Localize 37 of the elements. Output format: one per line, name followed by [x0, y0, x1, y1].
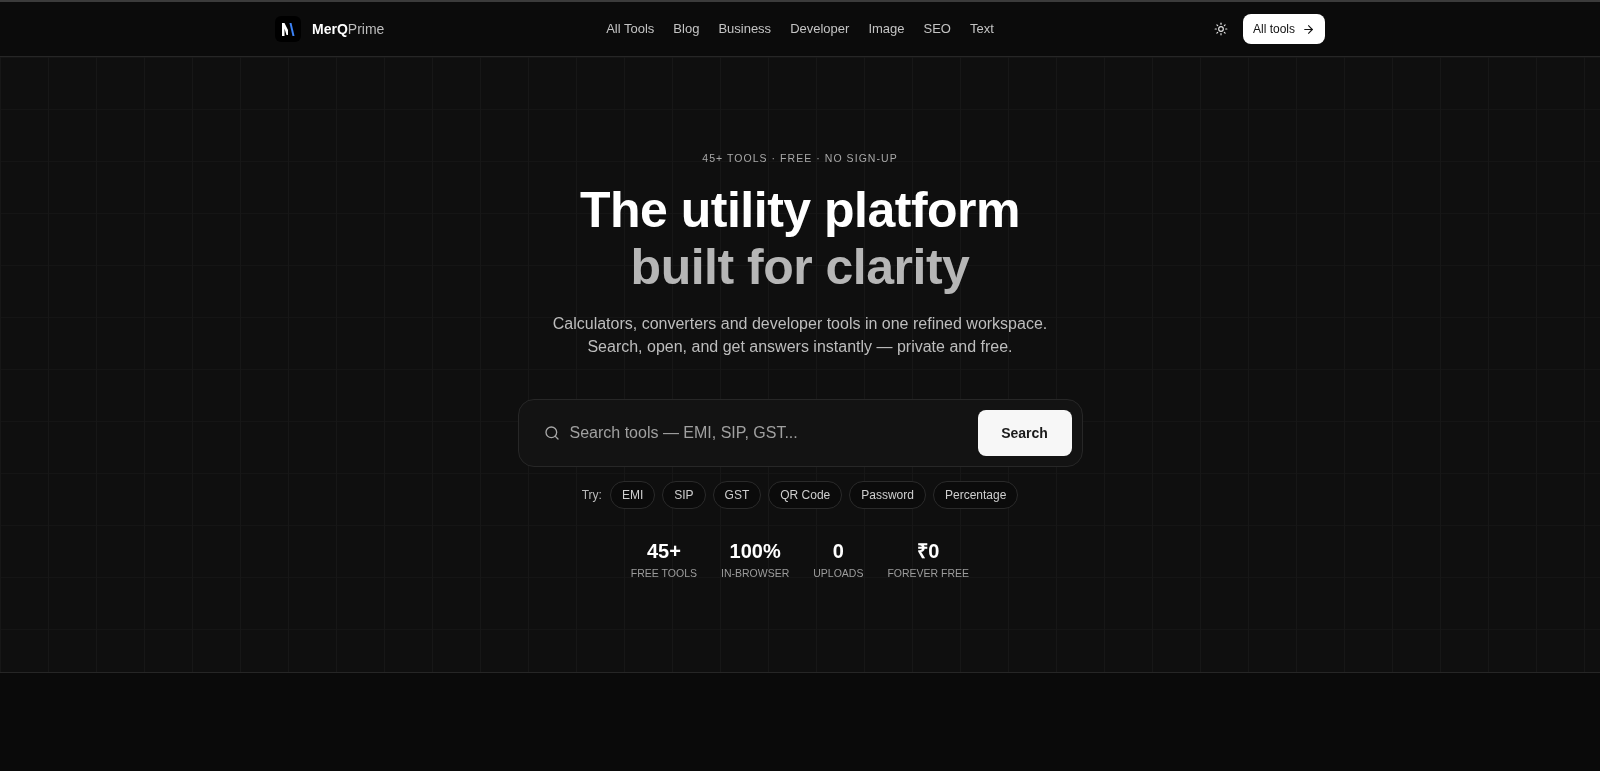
stat-label: UPLOADS [813, 566, 864, 580]
suggestion-chip[interactable]: Percentage [932, 481, 1019, 509]
suggestion-chip[interactable]: GST [712, 481, 762, 509]
subtitle-line: Search, open, and get answers instantly — private and free. [587, 337, 1013, 357]
headline-line: The utility platform [580, 182, 1020, 239]
nav-link[interactable]: Image [868, 19, 905, 39]
all-tools-button[interactable]: All tools [1242, 14, 1325, 44]
nav-link[interactable]: Blog [673, 19, 700, 39]
nav-link[interactable]: Developer [790, 19, 850, 39]
search-button[interactable]: Search [977, 410, 1072, 456]
try-label: Try: [581, 487, 602, 504]
headline-line: built for clarity [630, 239, 970, 296]
arrow-right-icon [1302, 22, 1315, 36]
suggestion-chip[interactable]: QR Code [768, 481, 843, 509]
stat-label: FOREVER FREE [887, 566, 970, 580]
stat-value: ₹0 [917, 539, 940, 563]
theme-toggle-button[interactable] [1212, 21, 1229, 37]
logo-icon [275, 16, 301, 42]
stat-value: 45+ [646, 539, 681, 563]
stat-label: IN-BROWSER [721, 566, 790, 580]
brand-name[interactable]: MerQPrime [312, 18, 385, 40]
search-bar[interactable]: Search tools — EMI, SIP, GST... Search [517, 399, 1083, 467]
nav-link[interactable]: All Tools [606, 19, 655, 39]
suggestion-chip[interactable]: SIP [662, 481, 706, 509]
search-icon [543, 425, 560, 441]
suggestion-chip[interactable]: EMI [609, 481, 656, 509]
stat-value: 0 [832, 539, 844, 563]
search-input[interactable]: Search tools — EMI, SIP, GST... [569, 413, 978, 453]
stat-label: FREE TOOLS [630, 566, 697, 580]
eyebrow-text: 45+ TOOLS · FREE · NO SIGN-UP [702, 151, 898, 165]
nav-link[interactable]: SEO [923, 19, 951, 39]
nav-link[interactable]: Business [718, 19, 772, 39]
suggestion-chip[interactable]: Password [849, 481, 926, 509]
nav-link[interactable]: Text [970, 19, 994, 39]
sun-icon [1213, 22, 1228, 36]
subtitle-line: Calculators, converters and developer tools in one refined workspace. [552, 314, 1048, 334]
stat-value: 100% [729, 539, 781, 563]
